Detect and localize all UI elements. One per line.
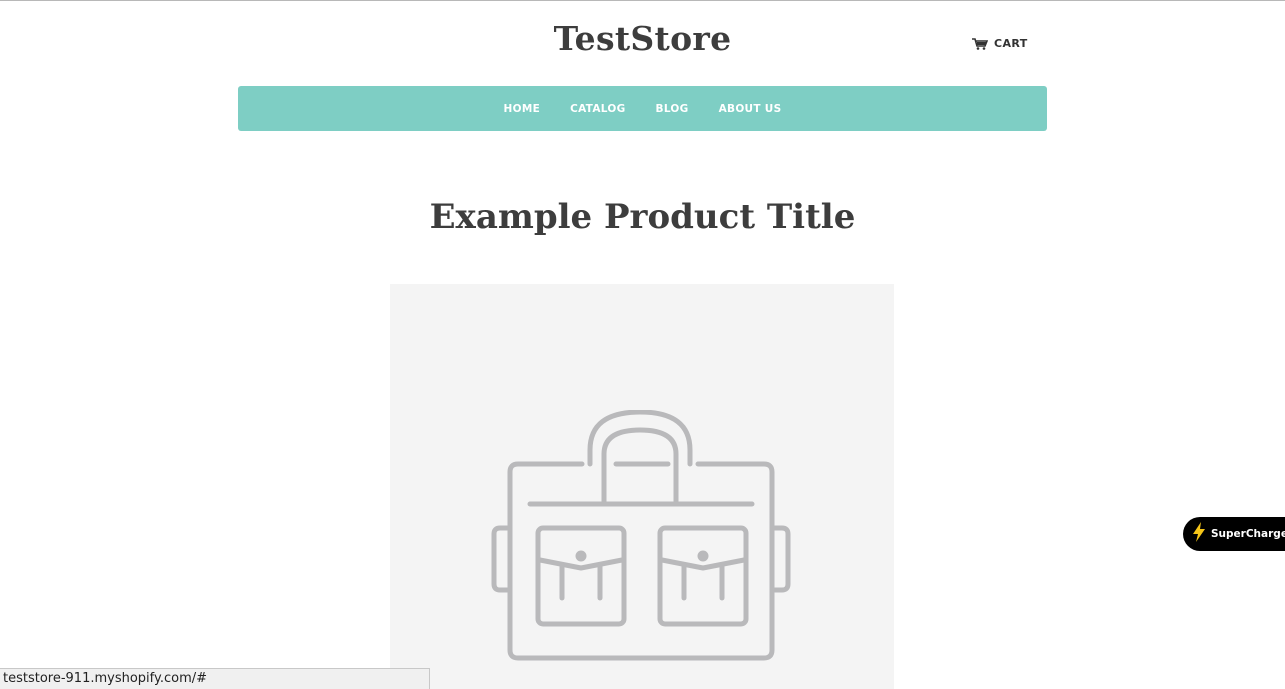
- store-page: TestStore CART HOME CATALOG BLOG ABOUT U…: [0, 0, 1285, 689]
- bag-placeholder-icon: [491, 410, 791, 661]
- cart-link[interactable]: CART: [972, 37, 1028, 50]
- nav-item-home[interactable]: HOME: [489, 103, 556, 115]
- cart-label: CART: [994, 37, 1028, 50]
- browser-status-bar: teststore-911.myshopify.com/#: [0, 668, 430, 689]
- nav-item-catalog[interactable]: CATALOG: [555, 103, 640, 115]
- status-url: teststore-911.myshopify.com/#: [3, 671, 208, 686]
- main-nav: HOME CATALOG BLOG ABOUT US: [238, 86, 1047, 131]
- product-title: Example Product Title: [429, 197, 856, 237]
- supercharge-label: SuperCharge: [1211, 528, 1285, 540]
- lightning-icon: [1191, 521, 1207, 548]
- supercharge-widget-button[interactable]: SuperCharge: [1183, 517, 1285, 551]
- nav-item-blog[interactable]: BLOG: [641, 103, 704, 115]
- store-logo-title[interactable]: TestStore: [0, 19, 1285, 58]
- cart-icon: [972, 37, 988, 50]
- nav-item-about-us[interactable]: ABOUT US: [704, 103, 797, 115]
- product-image[interactable]: [390, 284, 894, 689]
